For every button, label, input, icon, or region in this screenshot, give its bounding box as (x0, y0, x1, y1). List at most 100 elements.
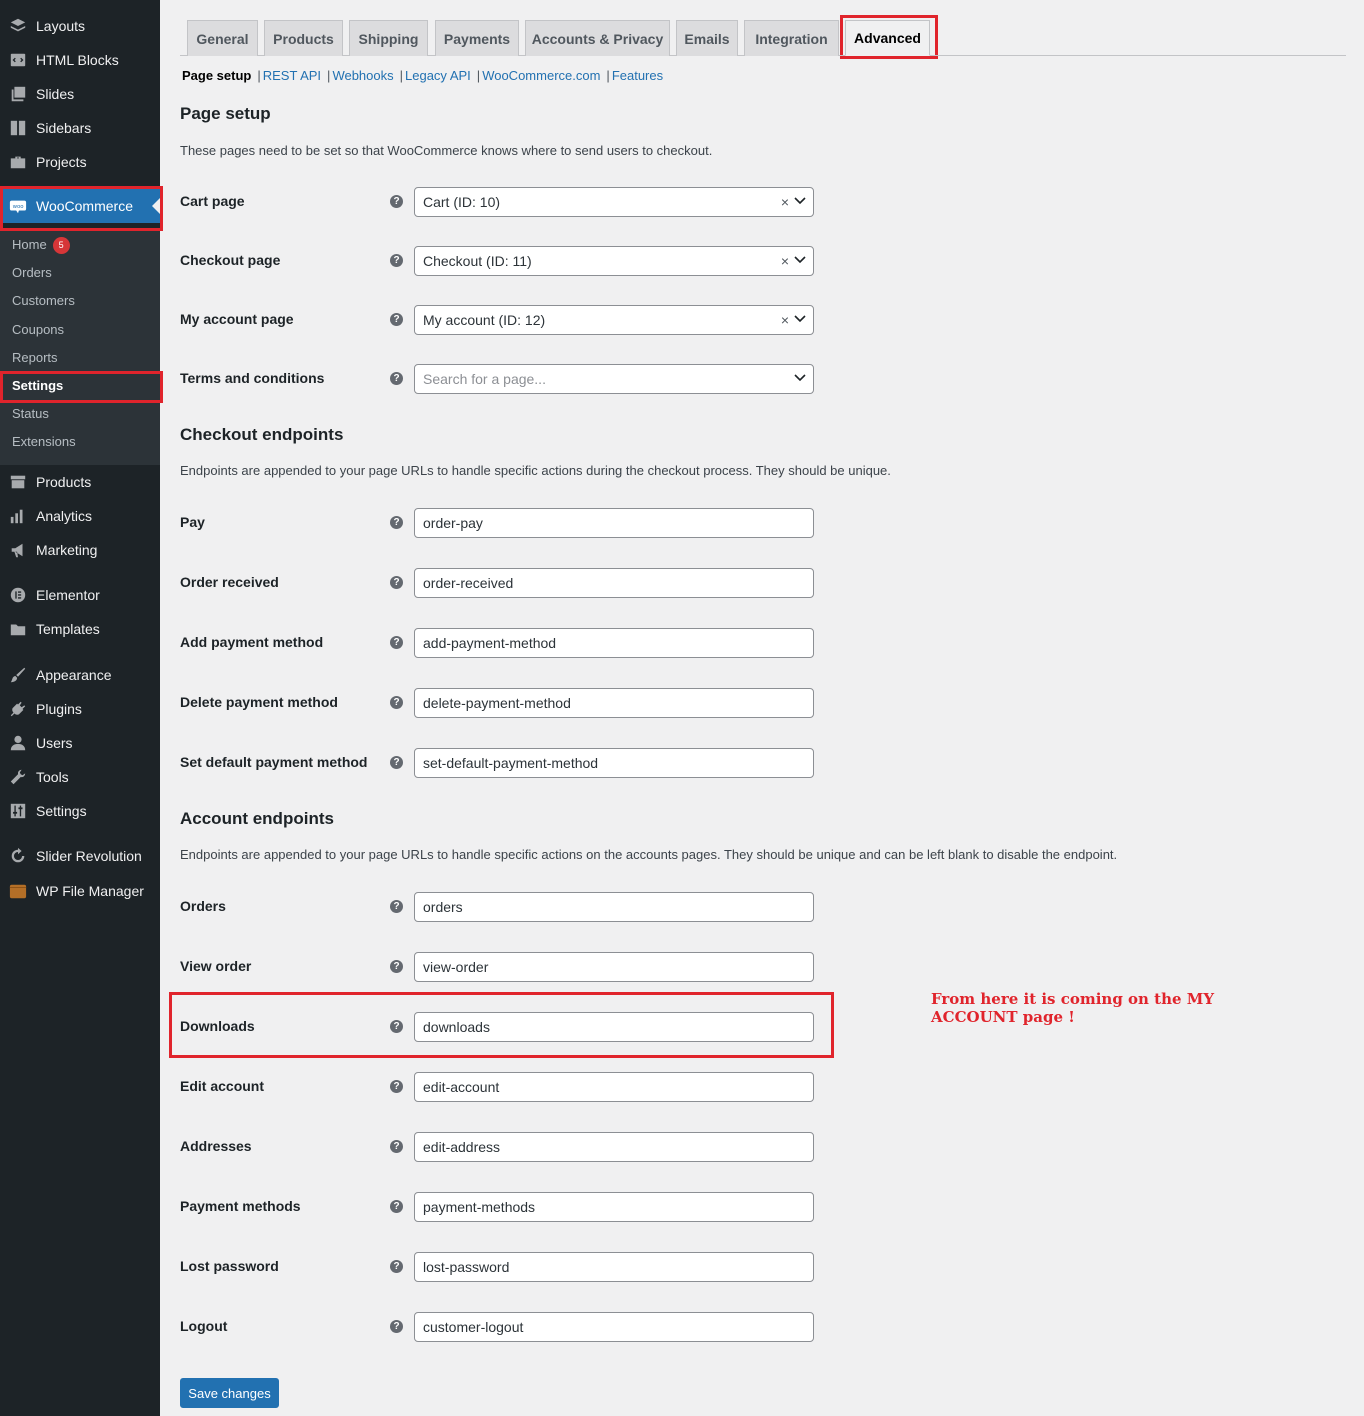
lost-password-endpoint-input[interactable]: lost-password (414, 1252, 814, 1282)
help-icon[interactable]: ? (390, 313, 403, 326)
submenu-extensions[interactable]: Extensions (12, 432, 76, 452)
tab-products[interactable]: Products (264, 20, 343, 56)
edit-account-endpoint-input[interactable]: edit-account (414, 1072, 814, 1102)
menu-label: Products (36, 474, 92, 490)
help-icon[interactable]: ? (390, 1140, 403, 1153)
submenu-label: Reports (12, 350, 58, 365)
menu-item-projects[interactable]: Projects (0, 145, 160, 179)
section-description-account-endpoints: Endpoints are appended to your page URLs… (180, 847, 1118, 862)
order-received-endpoint-input[interactable]: order-received (414, 568, 814, 598)
woocommerce-submenu: Home 5 Orders Customers Coupons Reports … (0, 231, 160, 465)
plug-icon (8, 699, 28, 719)
label-set-default-payment-method: Set default payment method (180, 754, 368, 770)
subnav-woocommerce-com[interactable]: WooCommerce.com (482, 68, 600, 83)
menu-item-settings[interactable]: Settings (0, 794, 160, 828)
submenu-label: Home (12, 237, 47, 252)
help-icon[interactable]: ? (390, 254, 403, 267)
menu-item-html-blocks[interactable]: HTML Blocks (0, 43, 160, 77)
checkout-page-select[interactable]: Checkout (ID: 11) × (414, 246, 814, 276)
label-delete-payment-method: Delete payment method (180, 694, 338, 710)
clear-icon[interactable]: × (781, 306, 789, 334)
my-account-page-select[interactable]: My account (ID: 12) × (414, 305, 814, 335)
menu-label: Slider Revolution (36, 848, 142, 864)
help-icon[interactable]: ? (390, 900, 403, 913)
set-default-payment-method-endpoint-input[interactable]: set-default-payment-method (414, 748, 814, 778)
help-icon[interactable]: ? (390, 516, 403, 529)
cart-page-select[interactable]: Cart (ID: 10) × (414, 187, 814, 217)
help-icon[interactable]: ? (390, 1260, 403, 1273)
submenu-status[interactable]: Status (12, 404, 49, 424)
menu-item-analytics[interactable]: Analytics (0, 499, 160, 533)
menu-item-marketing[interactable]: Marketing (0, 533, 160, 567)
submenu-label: Customers (12, 293, 75, 308)
help-icon[interactable]: ? (390, 1200, 403, 1213)
menu-label: HTML Blocks (36, 52, 119, 68)
label-addresses: Addresses (180, 1138, 252, 1154)
highlight-woocommerce (0, 186, 163, 231)
menu-item-products[interactable]: Products (0, 465, 160, 499)
tab-integration[interactable]: Integration (744, 20, 839, 56)
label-payment-methods: Payment methods (180, 1198, 301, 1214)
menu-label: Settings (36, 803, 87, 819)
help-icon[interactable]: ? (390, 195, 403, 208)
tab-payments[interactable]: Payments (435, 20, 519, 56)
help-icon[interactable]: ? (390, 960, 403, 973)
subnav-rest-api[interactable]: REST API (263, 68, 321, 83)
view-order-endpoint-input[interactable]: view-order (414, 952, 814, 982)
menu-item-appearance[interactable]: Appearance (0, 658, 160, 692)
orders-endpoint-input[interactable]: orders (414, 892, 814, 922)
tab-advanced[interactable]: Advanced (845, 20, 930, 56)
terms-page-select[interactable]: Search for a page... (414, 364, 814, 394)
menu-item-plugins[interactable]: Plugins (0, 692, 160, 726)
help-icon[interactable]: ? (390, 756, 403, 769)
addresses-endpoint-input[interactable]: edit-address (414, 1132, 814, 1162)
menu-item-elementor[interactable]: Elementor (0, 578, 160, 612)
menu-item-sidebars[interactable]: Sidebars (0, 111, 160, 145)
chevron-down-icon (794, 197, 806, 205)
downloads-endpoint-input[interactable]: downloads (414, 1012, 814, 1042)
submenu-label: Orders (12, 265, 52, 280)
clear-icon[interactable]: × (781, 247, 789, 275)
menu-item-tools[interactable]: Tools (0, 760, 160, 794)
tab-shipping[interactable]: Shipping (349, 20, 428, 56)
menu-item-wp-file-manager[interactable]: WP File Manager (0, 874, 160, 908)
help-icon[interactable]: ? (390, 1020, 403, 1033)
clear-icon[interactable]: × (781, 188, 789, 216)
menu-item-layouts[interactable]: Layouts (0, 9, 160, 43)
subnav-features[interactable]: Features (612, 68, 663, 83)
help-icon[interactable]: ? (390, 576, 403, 589)
tab-accounts-privacy[interactable]: Accounts & Privacy (525, 20, 670, 56)
subnav-legacy-api[interactable]: Legacy API (405, 68, 471, 83)
label-checkout-page: Checkout page (180, 252, 281, 268)
subnav-webhooks[interactable]: Webhooks (332, 68, 393, 83)
help-icon[interactable]: ? (390, 372, 403, 385)
payment-methods-endpoint-input[interactable]: payment-methods (414, 1192, 814, 1222)
menu-label: Slides (36, 86, 75, 102)
help-icon[interactable]: ? (390, 1320, 403, 1333)
add-payment-method-endpoint-input[interactable]: add-payment-method (414, 628, 814, 658)
subnav-page-setup[interactable]: Page setup (182, 68, 251, 83)
submenu-reports[interactable]: Reports (12, 348, 58, 368)
menu-item-templates[interactable]: Templates (0, 612, 160, 646)
help-icon[interactable]: ? (390, 1080, 403, 1093)
tab-emails[interactable]: Emails (676, 20, 738, 56)
logout-endpoint-input[interactable]: customer-logout (414, 1312, 814, 1342)
label-lost-password: Lost password (180, 1258, 279, 1274)
pay-endpoint-input[interactable]: order-pay (414, 508, 814, 538)
tab-general[interactable]: General (187, 20, 258, 56)
submenu-orders[interactable]: Orders (12, 263, 52, 283)
submenu-label: Coupons (12, 322, 65, 337)
help-icon[interactable]: ? (390, 636, 403, 649)
user-icon (8, 733, 28, 753)
menu-item-slider-revolution[interactable]: Slider Revolution (0, 839, 160, 873)
submenu-coupons[interactable]: Coupons (12, 320, 64, 340)
save-changes-button[interactable]: Save changes (180, 1378, 279, 1408)
help-icon[interactable]: ? (390, 696, 403, 709)
submenu-customers[interactable]: Customers (12, 291, 75, 311)
menu-label: Users (36, 735, 73, 751)
menu-item-users[interactable]: Users (0, 726, 160, 760)
menu-item-slides[interactable]: Slides (0, 77, 160, 111)
delete-payment-method-endpoint-input[interactable]: delete-payment-method (414, 688, 814, 718)
menu-label: Elementor (36, 587, 100, 603)
submenu-home[interactable]: Home 5 (12, 235, 70, 255)
